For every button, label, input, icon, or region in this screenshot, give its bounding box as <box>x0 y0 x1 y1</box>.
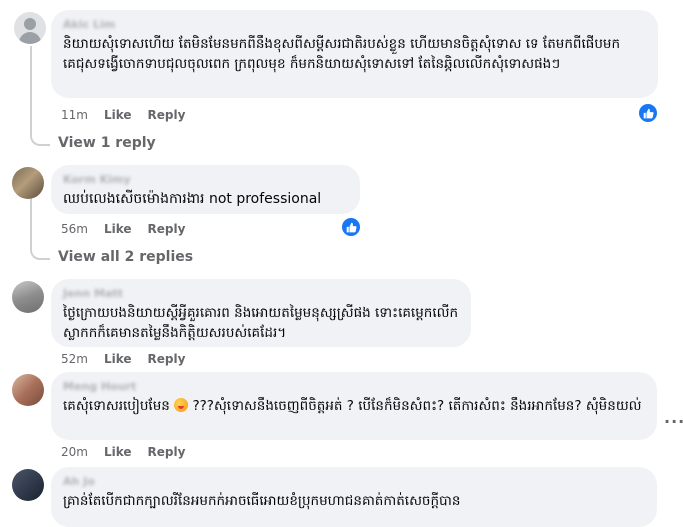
comment-author[interactable]: Jenn Matt <box>63 287 459 301</box>
comment-text: គេសុំទោសរបៀបមែន ???សុំទោសនឹងចេញពីចិត្តអត… <box>63 396 645 416</box>
avatar-head-shape <box>24 18 36 30</box>
thread-line <box>30 46 32 136</box>
like-button[interactable]: Like <box>104 108 132 122</box>
avatar[interactable] <box>12 469 44 501</box>
like-icon <box>643 108 654 118</box>
view-replies-link[interactable]: View all 2 replies <box>58 249 193 265</box>
like-icon <box>346 222 357 232</box>
comment-text-part: គេសុំទោសរបៀបមែន <box>63 398 175 414</box>
thread-line <box>30 198 32 246</box>
comment-text-part: ???សុំទោសនឹងចេញពីចិត្តអត់ ? បើនែក៏មិនសំព… <box>188 398 642 414</box>
comment-timestamp[interactable]: 56m <box>61 222 88 236</box>
comment-actions: 11m Like Reply <box>61 108 185 122</box>
avatar-body-shape <box>19 32 41 44</box>
view-replies-link[interactable]: View 1 reply <box>58 135 156 151</box>
comment-bubble: Akic Lim និយាយសុំទោសហើយ តែមិនមែនមកពីនឹងខ… <box>51 10 658 98</box>
like-button[interactable]: Like <box>104 352 132 366</box>
comment-timestamp[interactable]: 11m <box>61 108 88 122</box>
thread-line-curve <box>30 244 50 260</box>
comment-bubble: Meng Hourt គេសុំទោសរបៀបមែន ???សុំទោសនឹងច… <box>51 372 657 440</box>
like-reaction-badge[interactable] <box>637 102 659 124</box>
like-button[interactable]: Like <box>104 445 132 459</box>
comment-timestamp[interactable]: 52m <box>61 352 88 366</box>
reply-button[interactable]: Reply <box>148 352 186 366</box>
comment-text: និយាយសុំទោសហើយ តែមិនមែនមកពីនឹងខុសពីសម្ដី… <box>63 36 621 72</box>
comment-bubble: Ah Jo គ្រាន់តែបើកជាកក្បាលរីនែអមកក់អាចធើអ… <box>51 467 657 527</box>
avatar[interactable] <box>12 374 44 406</box>
reply-button[interactable]: Reply <box>148 445 186 459</box>
comment-actions: 20m Like Reply <box>61 445 185 459</box>
comment-timestamp[interactable]: 20m <box>61 445 88 459</box>
comment-text: គ្រាន់តែបើកជាកក្បាលរីនែអមកក់អាចធើអោយខំប្… <box>63 493 461 509</box>
comment-author[interactable]: Meng Hourt <box>63 380 645 394</box>
comment-actions: 52m Like Reply <box>61 352 185 366</box>
avatar[interactable] <box>12 281 44 313</box>
more-options-icon[interactable]: ··· <box>664 412 683 431</box>
comment-bubble: Korm Kimy ឈប់លេងសើចម៉ោងការងារ not profes… <box>51 165 360 214</box>
reply-button[interactable]: Reply <box>148 108 186 122</box>
comment-actions: 56m Like Reply <box>61 222 185 236</box>
comment-author[interactable]: Korm Kimy <box>63 173 348 187</box>
comment-author[interactable]: Ah Jo <box>63 475 645 489</box>
comment-author[interactable]: Akic Lim <box>63 18 646 32</box>
thread-line-curve <box>30 134 50 146</box>
comment-text: ថ្ងៃក្រោយបងនិយាយស្ដីអ្វីគួរគោរព និងអោយតម… <box>63 305 459 341</box>
avatar[interactable] <box>14 12 46 44</box>
like-button[interactable]: Like <box>104 222 132 236</box>
comment-text: ឈប់លេងសើចម៉ោងការងារ not professional <box>63 191 322 207</box>
laughing-emoji-icon <box>174 398 189 412</box>
like-reaction-badge[interactable] <box>340 216 362 238</box>
reply-button[interactable]: Reply <box>148 222 186 236</box>
avatar[interactable] <box>12 167 44 199</box>
comment-bubble: Jenn Matt ថ្ងៃក្រោយបងនិយាយស្ដីអ្វីគួរគោរ… <box>51 279 471 347</box>
